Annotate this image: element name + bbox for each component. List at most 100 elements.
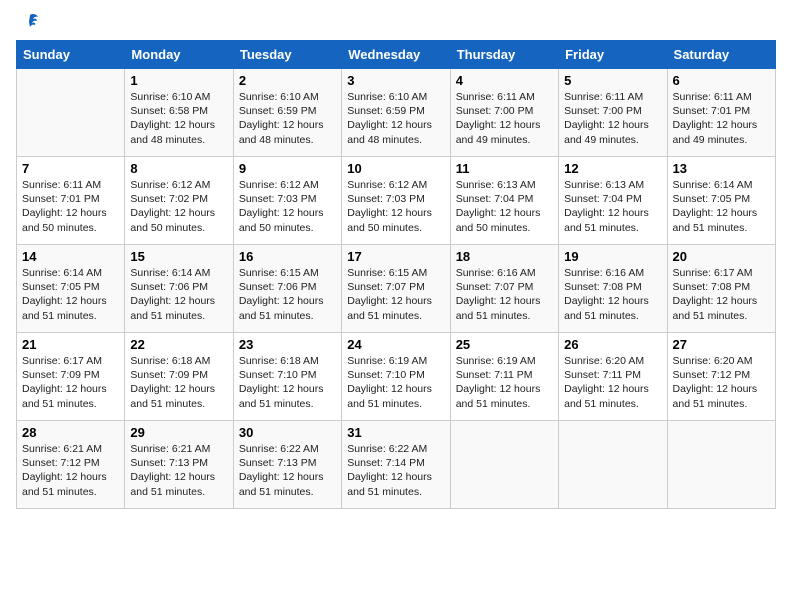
calendar-cell: 11Sunrise: 6:13 AM Sunset: 7:04 PM Dayli… bbox=[450, 157, 558, 245]
calendar-cell: 6Sunrise: 6:11 AM Sunset: 7:01 PM Daylig… bbox=[667, 69, 775, 157]
calendar-cell: 8 Sunrise: 6:12 AM Sunset: 7:02 PM Daylig… bbox=[125, 157, 233, 245]
calendar-cell: 27Sunrise: 6:20 AM Sunset: 7:12 PM Dayli… bbox=[667, 333, 775, 421]
day-number: 14 bbox=[22, 249, 119, 264]
day-number: 27 bbox=[673, 337, 770, 352]
day-number: 13 bbox=[673, 161, 770, 176]
day-info: Sunrise: 6:12 AM Sunset: 7:02 PM Dayligh… bbox=[130, 178, 227, 235]
day-info: Sunrise: 6:18 AM Sunset: 7:09 PM Dayligh… bbox=[130, 354, 227, 411]
day-info: Sunrise: 6:22 AM Sunset: 7:14 PM Dayligh… bbox=[347, 442, 444, 499]
calendar-cell: 5 Sunrise: 6:11 AM Sunset: 7:00 PM Daylig… bbox=[559, 69, 667, 157]
day-info: Sunrise: 6:10 AM Sunset: 6:59 PM Dayligh… bbox=[347, 90, 444, 147]
calendar-cell: 9 Sunrise: 6:12 AM Sunset: 7:03 PM Daylig… bbox=[233, 157, 341, 245]
day-number: 22 bbox=[130, 337, 227, 352]
header-monday: Monday bbox=[125, 41, 233, 69]
calendar-cell: 21 Sunrise: 6:17 AM Sunset: 7:09 PM Dayli… bbox=[17, 333, 125, 421]
day-info: Sunrise: 6:14 AM Sunset: 7:06 PM Dayligh… bbox=[130, 266, 227, 323]
day-number: 7 bbox=[22, 161, 119, 176]
calendar-cell: 12 Sunrise: 6:13 AM Sunset: 7:04 PM Dayli… bbox=[559, 157, 667, 245]
calendar-cell bbox=[17, 69, 125, 157]
day-number: 5 bbox=[564, 73, 661, 88]
day-number: 15 bbox=[130, 249, 227, 264]
calendar-cell: 10 Sunrise: 6:12 AM Sunset: 7:03 PM Dayli… bbox=[342, 157, 450, 245]
calendar-cell: 15 Sunrise: 6:14 AM Sunset: 7:06 PM Dayli… bbox=[125, 245, 233, 333]
page-header bbox=[16, 16, 776, 32]
day-number: 2 bbox=[239, 73, 336, 88]
day-number: 30 bbox=[239, 425, 336, 440]
header-wednesday: Wednesday bbox=[342, 41, 450, 69]
day-number: 28 bbox=[22, 425, 119, 440]
calendar-cell: 4 Sunrise: 6:11 AM Sunset: 7:00 PM Daylig… bbox=[450, 69, 558, 157]
day-info: Sunrise: 6:21 AM Sunset: 7:12 PM Dayligh… bbox=[22, 442, 119, 499]
day-number: 26 bbox=[564, 337, 661, 352]
calendar-cell: 30Sunrise: 6:22 AM Sunset: 7:13 PM Dayli… bbox=[233, 421, 341, 509]
day-number: 16 bbox=[239, 249, 336, 264]
day-number: 1 bbox=[130, 73, 227, 88]
day-info: Sunrise: 6:14 AM Sunset: 7:05 PM Dayligh… bbox=[673, 178, 770, 235]
calendar-cell: 3Sunrise: 6:10 AM Sunset: 6:59 PM Daylig… bbox=[342, 69, 450, 157]
calendar-cell: 2 Sunrise: 6:10 AM Sunset: 6:59 PM Daylig… bbox=[233, 69, 341, 157]
calendar-cell: 16 Sunrise: 6:15 AM Sunset: 7:06 PM Dayli… bbox=[233, 245, 341, 333]
day-info: Sunrise: 6:18 AM Sunset: 7:10 PM Dayligh… bbox=[239, 354, 336, 411]
calendar-header-row: SundayMondayTuesdayWednesdayThursdayFrid… bbox=[17, 41, 776, 69]
day-number: 17 bbox=[347, 249, 444, 264]
logo-bird-icon bbox=[20, 12, 40, 32]
calendar-cell: 13 Sunrise: 6:14 AM Sunset: 7:05 PM Dayli… bbox=[667, 157, 775, 245]
day-info: Sunrise: 6:15 AM Sunset: 7:06 PM Dayligh… bbox=[239, 266, 336, 323]
day-number: 21 bbox=[22, 337, 119, 352]
day-number: 20 bbox=[673, 249, 770, 264]
day-number: 6 bbox=[673, 73, 770, 88]
header-thursday: Thursday bbox=[450, 41, 558, 69]
calendar-cell: 24Sunrise: 6:19 AM Sunset: 7:10 PM Dayli… bbox=[342, 333, 450, 421]
calendar-cell: 22 Sunrise: 6:18 AM Sunset: 7:09 PM Dayli… bbox=[125, 333, 233, 421]
day-number: 19 bbox=[564, 249, 661, 264]
calendar-week-1: 1Sunrise: 6:10 AM Sunset: 6:58 PM Daylig… bbox=[17, 69, 776, 157]
day-info: Sunrise: 6:19 AM Sunset: 7:11 PM Dayligh… bbox=[456, 354, 553, 411]
calendar-cell: 29 Sunrise: 6:21 AM Sunset: 7:13 PM Dayli… bbox=[125, 421, 233, 509]
day-number: 23 bbox=[239, 337, 336, 352]
calendar-cell: 14 Sunrise: 6:14 AM Sunset: 7:05 PM Dayli… bbox=[17, 245, 125, 333]
day-number: 8 bbox=[130, 161, 227, 176]
calendar-cell: 7 Sunrise: 6:11 AM Sunset: 7:01 PM Daylig… bbox=[17, 157, 125, 245]
day-info: Sunrise: 6:11 AM Sunset: 7:00 PM Dayligh… bbox=[564, 90, 661, 147]
day-info: Sunrise: 6:10 AM Sunset: 6:59 PM Dayligh… bbox=[239, 90, 336, 147]
day-number: 31 bbox=[347, 425, 444, 440]
day-info: Sunrise: 6:14 AM Sunset: 7:05 PM Dayligh… bbox=[22, 266, 119, 323]
day-number: 29 bbox=[130, 425, 227, 440]
calendar-body: 1Sunrise: 6:10 AM Sunset: 6:58 PM Daylig… bbox=[17, 69, 776, 509]
day-info: Sunrise: 6:20 AM Sunset: 7:11 PM Dayligh… bbox=[564, 354, 661, 411]
day-info: Sunrise: 6:17 AM Sunset: 7:09 PM Dayligh… bbox=[22, 354, 119, 411]
day-number: 4 bbox=[456, 73, 553, 88]
day-info: Sunrise: 6:21 AM Sunset: 7:13 PM Dayligh… bbox=[130, 442, 227, 499]
calendar-cell: 31 Sunrise: 6:22 AM Sunset: 7:14 PM Dayli… bbox=[342, 421, 450, 509]
header-friday: Friday bbox=[559, 41, 667, 69]
calendar-cell bbox=[450, 421, 558, 509]
logo bbox=[16, 16, 40, 32]
day-info: Sunrise: 6:11 AM Sunset: 7:01 PM Dayligh… bbox=[22, 178, 119, 235]
header-tuesday: Tuesday bbox=[233, 41, 341, 69]
calendar-cell: 26 Sunrise: 6:20 AM Sunset: 7:11 PM Dayli… bbox=[559, 333, 667, 421]
calendar-cell: 23 Sunrise: 6:18 AM Sunset: 7:10 PM Dayli… bbox=[233, 333, 341, 421]
calendar-cell: 19Sunrise: 6:16 AM Sunset: 7:08 PM Dayli… bbox=[559, 245, 667, 333]
calendar-cell: 18 Sunrise: 6:16 AM Sunset: 7:07 PM Dayli… bbox=[450, 245, 558, 333]
day-info: Sunrise: 6:16 AM Sunset: 7:07 PM Dayligh… bbox=[456, 266, 553, 323]
day-number: 9 bbox=[239, 161, 336, 176]
day-number: 11 bbox=[456, 161, 553, 176]
day-number: 18 bbox=[456, 249, 553, 264]
day-number: 12 bbox=[564, 161, 661, 176]
calendar-cell: 1Sunrise: 6:10 AM Sunset: 6:58 PM Daylig… bbox=[125, 69, 233, 157]
calendar-cell bbox=[667, 421, 775, 509]
calendar-week-5: 28 Sunrise: 6:21 AM Sunset: 7:12 PM Dayli… bbox=[17, 421, 776, 509]
day-info: Sunrise: 6:12 AM Sunset: 7:03 PM Dayligh… bbox=[347, 178, 444, 235]
day-info: Sunrise: 6:11 AM Sunset: 7:00 PM Dayligh… bbox=[456, 90, 553, 147]
day-info: Sunrise: 6:13 AM Sunset: 7:04 PM Dayligh… bbox=[564, 178, 661, 235]
calendar-cell: 25 Sunrise: 6:19 AM Sunset: 7:11 PM Dayli… bbox=[450, 333, 558, 421]
header-saturday: Saturday bbox=[667, 41, 775, 69]
calendar-table: SundayMondayTuesdayWednesdayThursdayFrid… bbox=[16, 40, 776, 509]
calendar-cell bbox=[559, 421, 667, 509]
day-number: 25 bbox=[456, 337, 553, 352]
day-info: Sunrise: 6:17 AM Sunset: 7:08 PM Dayligh… bbox=[673, 266, 770, 323]
header-sunday: Sunday bbox=[17, 41, 125, 69]
day-number: 10 bbox=[347, 161, 444, 176]
day-info: Sunrise: 6:12 AM Sunset: 7:03 PM Dayligh… bbox=[239, 178, 336, 235]
calendar-week-4: 21 Sunrise: 6:17 AM Sunset: 7:09 PM Dayli… bbox=[17, 333, 776, 421]
